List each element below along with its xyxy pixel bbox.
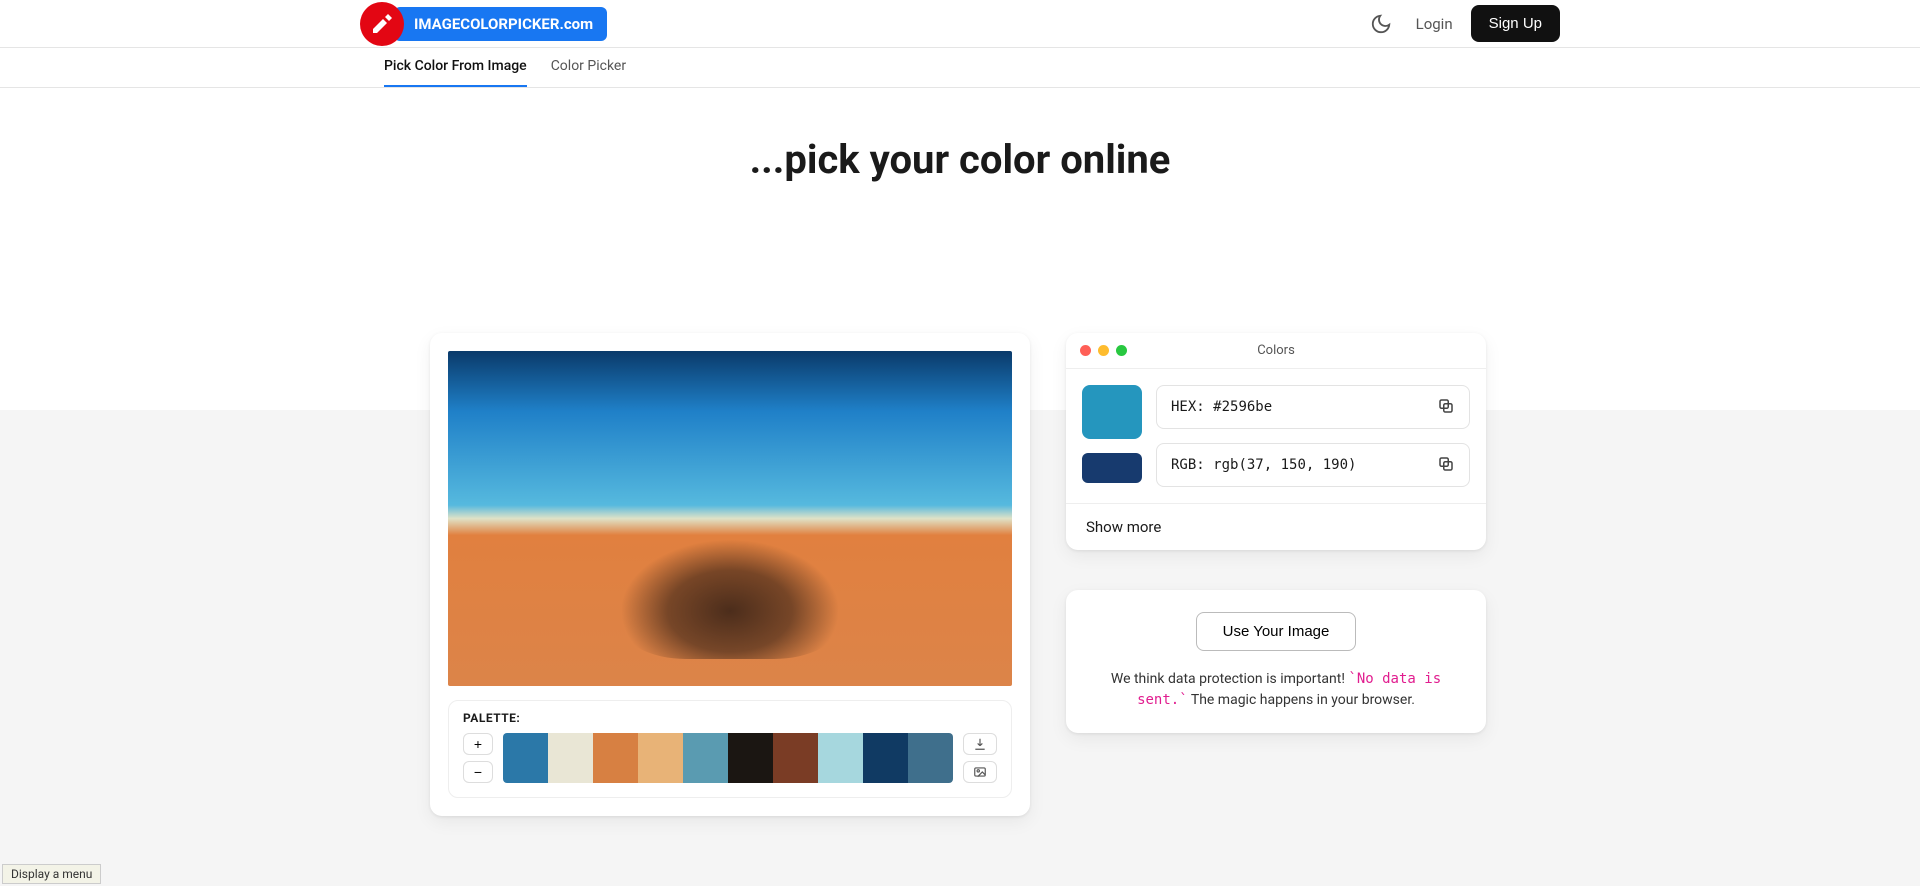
- secondary-color-swatch[interactable]: [1082, 453, 1142, 483]
- palette-swatch[interactable]: [773, 733, 818, 783]
- page-title: ...pick your color online: [0, 136, 1920, 183]
- palette-image-button[interactable]: [963, 761, 997, 783]
- traffic-lights: [1080, 345, 1127, 356]
- palette-swatch[interactable]: [593, 733, 638, 783]
- dark-mode-toggle[interactable]: [1364, 7, 1398, 41]
- copy-rgb-button[interactable]: [1433, 451, 1459, 480]
- use-your-image-button[interactable]: Use Your Image: [1196, 612, 1357, 651]
- upload-card: Use Your Image We think data protection …: [1066, 590, 1486, 733]
- traffic-red-icon: [1080, 345, 1091, 356]
- palette-swatch[interactable]: [863, 733, 908, 783]
- copy-icon: [1437, 397, 1455, 415]
- palette-swatch[interactable]: [683, 733, 728, 783]
- traffic-green-icon: [1116, 345, 1127, 356]
- tab-color-picker[interactable]: Color Picker: [551, 48, 626, 87]
- primary-color-swatch[interactable]: [1082, 385, 1142, 439]
- palette-swatch[interactable]: [818, 733, 863, 783]
- moon-icon: [1370, 13, 1392, 35]
- rgb-value: RGB: rgb(37, 150, 190): [1171, 457, 1356, 473]
- palette-swatch[interactable]: [638, 733, 683, 783]
- palette-swatch[interactable]: [503, 733, 548, 783]
- signup-button[interactable]: Sign Up: [1471, 5, 1560, 42]
- copy-icon: [1437, 455, 1455, 473]
- context-menu-hint: Display a menu: [2, 864, 101, 884]
- hex-row: HEX: #2596be: [1156, 385, 1470, 429]
- palette-remove-button[interactable]: −: [463, 761, 493, 783]
- palette-add-button[interactable]: +: [463, 733, 493, 755]
- show-more-button[interactable]: Show more: [1066, 503, 1486, 550]
- traffic-yellow-icon: [1098, 345, 1109, 356]
- palette-download-button[interactable]: [963, 733, 997, 755]
- brand[interactable]: IMAGECOLORPICKER.com: [360, 2, 607, 46]
- image-card: PALETTE: + −: [430, 333, 1030, 816]
- brand-name: IMAGECOLORPICKER.com: [394, 7, 607, 41]
- window-titlebar: Colors: [1066, 333, 1486, 369]
- palette-swatch[interactable]: [548, 733, 593, 783]
- image-icon: [973, 765, 987, 779]
- copy-hex-button[interactable]: [1433, 393, 1459, 422]
- palette-label: PALETTE:: [463, 711, 997, 725]
- login-link[interactable]: Login: [1416, 15, 1453, 33]
- palette-swatches: [503, 733, 953, 783]
- privacy-text: We think data protection is important! `…: [1092, 669, 1460, 711]
- palette-swatch[interactable]: [728, 733, 773, 783]
- hero: ...pick your color online: [0, 88, 1920, 183]
- hex-value: HEX: #2596be: [1171, 399, 1272, 415]
- download-icon: [973, 737, 987, 751]
- eyedropper-logo-icon: [360, 2, 404, 46]
- colors-title: Colors: [1257, 343, 1295, 358]
- top-bar: IMAGECOLORPICKER.com Login Sign Up: [0, 0, 1920, 48]
- rgb-row: RGB: rgb(37, 150, 190): [1156, 443, 1470, 487]
- tab-pick-from-image[interactable]: Pick Color From Image: [384, 48, 527, 87]
- nav-tabs: Pick Color From Image Color Picker: [0, 48, 1920, 88]
- colors-card: Colors HEX: #2596be RGB: rgb(37, 150, 1: [1066, 333, 1486, 550]
- palette-section: PALETTE: + −: [448, 700, 1012, 798]
- palette-swatch[interactable]: [908, 733, 953, 783]
- sample-image[interactable]: [448, 351, 1012, 686]
